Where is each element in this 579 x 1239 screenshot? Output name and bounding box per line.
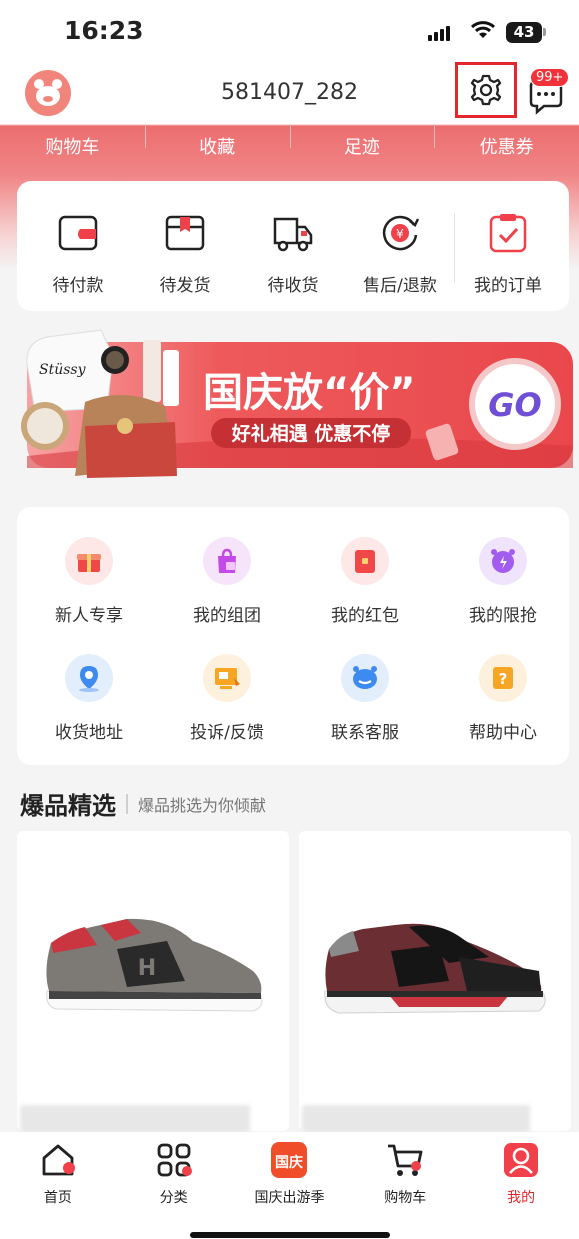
section-divider xyxy=(126,793,128,814)
service-label: 我的组团 xyxy=(193,606,261,626)
status-bar: 16:23 43 xyxy=(0,0,579,60)
feedback-icon xyxy=(203,654,251,702)
bottom-tab-bar: 首页 分类 国庆 国庆出游季 购物车 我的 xyxy=(0,1132,579,1239)
order-item-all-orders[interactable]: 我的订单 xyxy=(458,181,558,311)
customer-service-icon xyxy=(341,654,389,702)
orders-card: 待付款 待发货 待收货 ¥ 售后/退款 我的订单 xyxy=(17,181,569,311)
settings-button[interactable] xyxy=(455,62,517,118)
service-label: 帮助中心 xyxy=(469,723,537,743)
order-item-after-sales[interactable]: ¥ 售后/退款 xyxy=(350,181,450,311)
service-feedback[interactable]: 投诉/反馈 xyxy=(158,654,296,743)
order-item-pending-shipment[interactable]: 待发货 xyxy=(135,181,235,311)
tab-cart[interactable]: 购物车 xyxy=(347,1132,463,1239)
tab-me[interactable]: 我的 xyxy=(463,1132,579,1239)
service-label: 收货地址 xyxy=(55,723,123,743)
order-item-pending-receipt[interactable]: 待收货 xyxy=(243,181,343,311)
refund-icon: ¥ xyxy=(382,215,420,251)
guoqing-icon: 国庆 xyxy=(271,1142,308,1178)
gear-icon xyxy=(470,74,502,106)
section-title: 爆品精选 xyxy=(20,792,116,820)
banner-go: GO xyxy=(488,386,541,424)
tab-category[interactable]: 分类 xyxy=(116,1132,232,1239)
order-label: 待付款 xyxy=(52,276,104,296)
product-image-burgundy-sneaker xyxy=(324,923,546,1014)
svg-text:H: H xyxy=(138,956,156,981)
quick-tab-footprints[interactable]: 足迹 xyxy=(289,126,435,170)
order-label: 待收货 xyxy=(267,276,319,296)
service-label: 我的红包 xyxy=(331,606,399,626)
order-label: 待发货 xyxy=(159,276,211,296)
order-item-pending-payment[interactable]: 待付款 xyxy=(28,181,128,311)
group-bag-icon xyxy=(203,537,251,585)
quick-tab-favorites[interactable]: 收藏 xyxy=(144,126,290,170)
gift-icon xyxy=(65,537,113,585)
cart-icon xyxy=(388,1144,423,1176)
battery-tip xyxy=(543,28,546,36)
service-newcomer[interactable]: 新人专享 xyxy=(20,537,158,626)
banner-subtitle: 好礼相遇 优惠不停 xyxy=(231,422,391,445)
section-header: 爆品精选 爆品挑选为你倾献 xyxy=(20,786,266,821)
tab-label: 我的 xyxy=(507,1190,536,1206)
order-label: 售后/退款 xyxy=(363,276,437,296)
service-label: 新人专享 xyxy=(55,606,123,626)
package-icon xyxy=(165,215,205,251)
location-icon xyxy=(65,654,113,702)
status-time: 16:23 xyxy=(64,16,144,45)
svg-text:?: ? xyxy=(499,670,508,688)
product-title-blurred xyxy=(20,1105,250,1133)
promo-banner[interactable]: Stüssy 国庆放“价” 好礼相遇 优惠不停 GO xyxy=(15,326,574,496)
service-label: 联系客服 xyxy=(331,723,399,743)
svg-text:Stüssy: Stüssy xyxy=(39,362,87,378)
tab-label: 首页 xyxy=(43,1190,72,1206)
cellular-signal-icon xyxy=(428,26,450,41)
banner-title: 国庆放“价” xyxy=(203,370,416,416)
orders-divider xyxy=(454,213,455,283)
tab-label: 国庆出游季 xyxy=(254,1190,325,1206)
tab-label: 购物车 xyxy=(384,1190,427,1206)
banner-graphic: Stüssy 国庆放“价” 好礼相遇 优惠不停 GO xyxy=(21,329,573,478)
svg-text:国庆: 国庆 xyxy=(275,1154,303,1171)
tab-national-day[interactable]: 国庆 国庆出游季 xyxy=(232,1132,348,1239)
wifi-icon xyxy=(470,21,496,38)
section-subtitle: 爆品挑选为你倾献 xyxy=(138,795,267,815)
order-label: 我的订单 xyxy=(474,276,542,296)
product-title-blurred xyxy=(302,1105,530,1133)
service-help-center[interactable]: ? 帮助中心 xyxy=(434,654,572,743)
service-address[interactable]: 收货地址 xyxy=(20,654,158,743)
service-label: 投诉/反馈 xyxy=(190,723,264,743)
profile-header: 581407_282 99+ xyxy=(0,62,579,126)
help-icon: ? xyxy=(479,654,527,702)
product-card[interactable]: H xyxy=(17,831,289,1131)
profile-icon xyxy=(504,1143,539,1177)
services-card: 新人专享 我的组团 我的红包 我的限抢 收货地址 投诉/反馈 联系客服 ? 帮助… xyxy=(17,507,569,765)
product-card[interactable] xyxy=(299,831,571,1131)
message-badge: 99+ xyxy=(530,68,570,87)
home-indicator xyxy=(190,1232,390,1238)
quick-tab-coupons[interactable]: 优惠券 xyxy=(434,126,579,170)
quick-tabs: 购物车 收藏 足迹 优惠券 xyxy=(0,126,579,170)
svg-text:¥: ¥ xyxy=(396,227,404,241)
service-flash-sale[interactable]: 我的限抢 xyxy=(434,537,572,626)
battery-indicator: 43 xyxy=(506,22,542,43)
home-icon xyxy=(42,1144,75,1176)
truck-icon xyxy=(273,217,313,252)
order-clipboard-icon xyxy=(489,214,527,253)
service-my-group[interactable]: 我的组团 xyxy=(158,537,296,626)
red-envelope-icon xyxy=(341,537,389,585)
service-customer-support[interactable]: 联系客服 xyxy=(296,654,434,743)
tab-home[interactable]: 首页 xyxy=(0,1132,116,1239)
alarm-clock-icon xyxy=(479,537,527,585)
quick-tab-cart[interactable]: 购物车 xyxy=(0,126,145,170)
wallet-icon xyxy=(58,215,98,251)
category-icon xyxy=(157,1143,192,1177)
service-label: 我的限抢 xyxy=(469,606,537,626)
service-red-packet[interactable]: 我的红包 xyxy=(296,537,434,626)
tab-label: 分类 xyxy=(159,1190,188,1206)
product-image-gray-sneaker: H xyxy=(46,918,263,1012)
